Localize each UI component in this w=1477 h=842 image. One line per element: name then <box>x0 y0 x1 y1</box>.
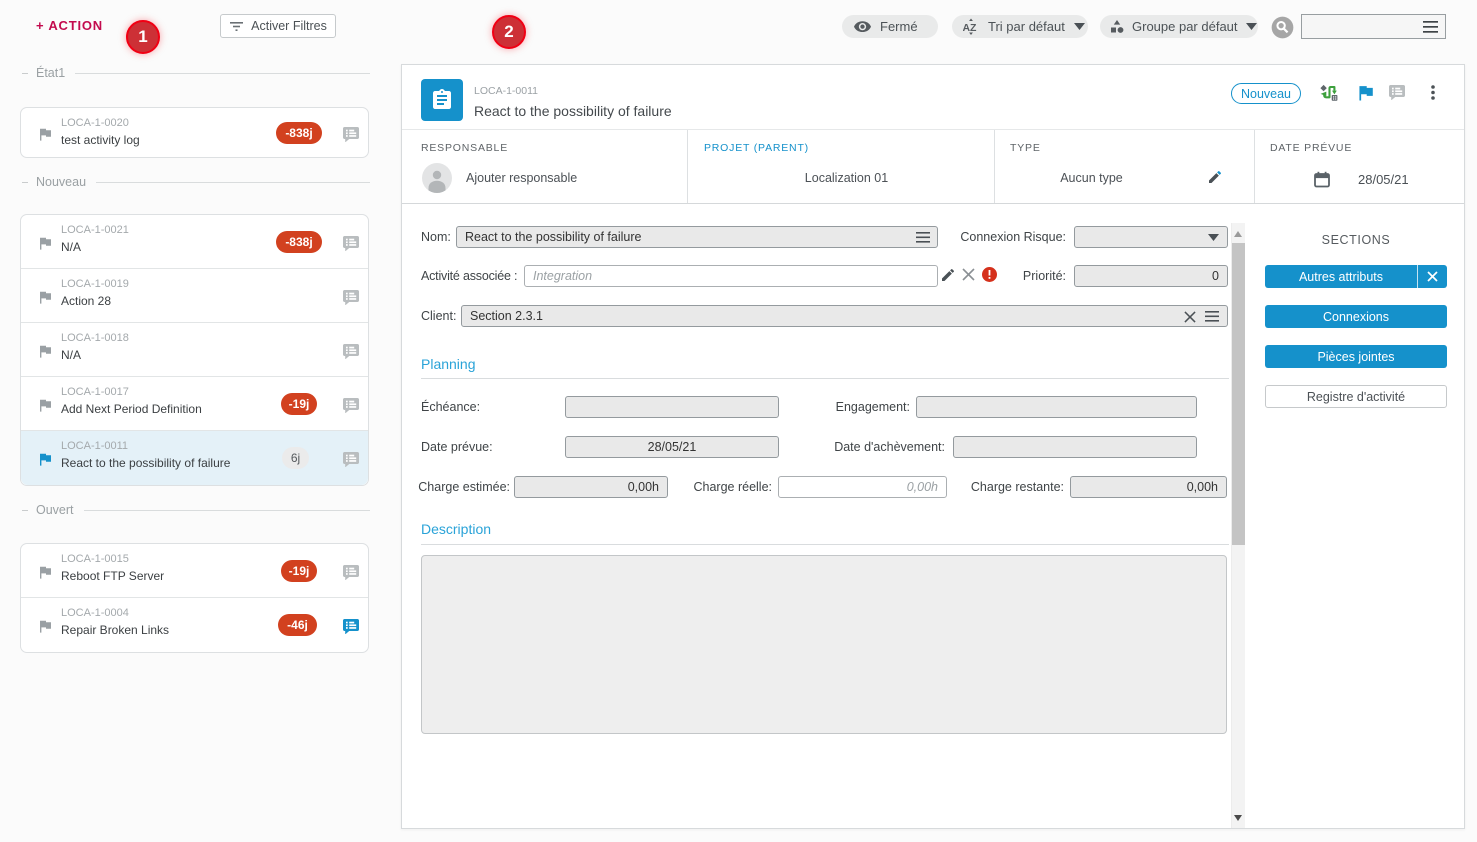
svg-text:Z: Z <box>970 22 977 34</box>
